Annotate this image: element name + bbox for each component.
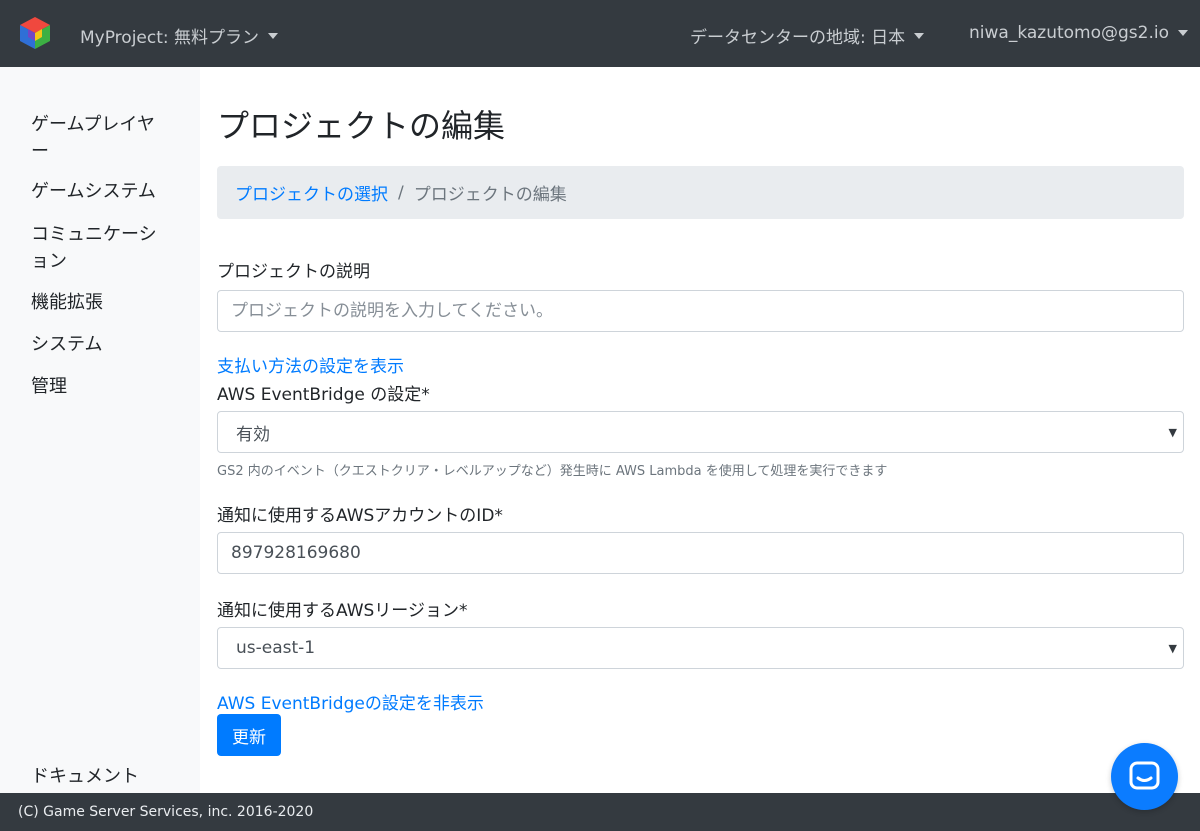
- sidebar-item-game-player[interactable]: ゲームプレイヤー: [31, 111, 171, 165]
- cube-logo-icon[interactable]: [17, 15, 53, 51]
- sidebar: ゲームプレイヤー ゲームシステム コミュニケーション 機能拡張 システム 管理 …: [0, 67, 200, 793]
- chevron-down-icon: [1178, 30, 1188, 36]
- user-dropdown[interactable]: niwa_kazutomo@gs2.io: [969, 23, 1188, 43]
- project-dropdown[interactable]: MyProject: 無料プラン: [80, 23, 279, 48]
- eventbridge-select[interactable]: 有効 ▼: [217, 411, 1184, 453]
- aws-region-select[interactable]: us-east-1 ▼: [217, 627, 1184, 669]
- account-id-input[interactable]: [217, 532, 1184, 574]
- eventbridge-label: AWS EventBridge の設定*: [217, 385, 430, 405]
- breadcrumb-separator: /: [398, 182, 404, 203]
- sidebar-item-game-system[interactable]: ゲームシステム: [31, 178, 171, 205]
- eventbridge-selected-value: 有効: [236, 424, 270, 445]
- region-label: データセンターの地域: 日本: [690, 28, 906, 48]
- sidebar-item-docs[interactable]: ドキュメント: [31, 763, 171, 790]
- aws-region-selected-value: us-east-1: [236, 638, 316, 658]
- sidebar-item-admin[interactable]: 管理: [31, 373, 171, 400]
- description-input[interactable]: [217, 290, 1184, 332]
- footer-copyright: (C) Game Server Services, inc. 2016-2020: [18, 804, 314, 820]
- aws-region-label: 通知に使用するAWSリージョン*: [217, 601, 468, 621]
- hide-eventbridge-settings-link[interactable]: AWS EventBridgeの設定を非表示: [217, 689, 484, 714]
- chevron-down-icon: [268, 32, 279, 39]
- top-navbar: MyProject: 無料プラン データセンターの地域: 日本 niwa_kaz…: [0, 0, 1200, 67]
- footer: (C) Game Server Services, inc. 2016-2020: [0, 793, 1200, 831]
- chat-launcher-button[interactable]: [1111, 743, 1178, 810]
- project-name: MyProject: 無料プラン: [80, 28, 260, 48]
- show-payment-settings-link[interactable]: 支払い方法の設定を表示: [217, 352, 404, 377]
- page-title: プロジェクトの編集: [217, 107, 506, 145]
- account-id-label: 通知に使用するAWSアカウントのID*: [217, 506, 503, 526]
- user-email: niwa_kazutomo@gs2.io: [969, 23, 1169, 43]
- region-dropdown[interactable]: データセンターの地域: 日本: [690, 23, 925, 48]
- breadcrumb-link-project-select[interactable]: プロジェクトの選択: [235, 180, 388, 205]
- breadcrumb-current: プロジェクトの編集: [413, 185, 567, 205]
- chevron-down-icon: [914, 32, 925, 39]
- sidebar-item-communication[interactable]: コミュニケーション: [31, 221, 171, 275]
- sidebar-item-extension[interactable]: 機能拡張: [31, 289, 171, 316]
- select-arrow-icon: ▼: [1168, 426, 1177, 439]
- eventbridge-help-text: GS2 内のイベント（クエストクリア・レベルアップなど）発生時に AWS Lam…: [217, 464, 888, 479]
- breadcrumb: プロジェクトの選択 / プロジェクトの編集: [217, 166, 1184, 219]
- select-arrow-icon: ▼: [1168, 642, 1177, 655]
- chat-icon: [1129, 761, 1160, 790]
- update-button[interactable]: 更新: [217, 714, 281, 756]
- sidebar-item-system[interactable]: システム: [31, 331, 171, 358]
- description-label: プロジェクトの説明: [217, 262, 370, 282]
